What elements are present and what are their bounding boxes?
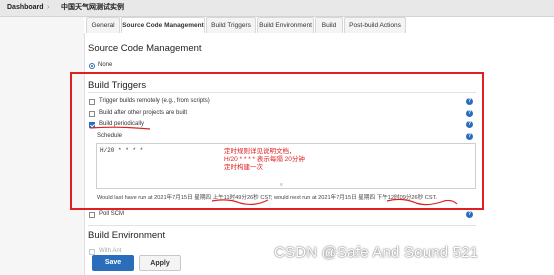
annotation-underlines bbox=[89, 126, 458, 206]
annotation-underline-periodically bbox=[89, 126, 151, 130]
annotation-underline-last-run bbox=[211, 199, 269, 206]
save-button[interactable]: Save bbox=[92, 255, 134, 271]
apply-button[interactable]: Apply bbox=[139, 255, 181, 271]
annotation-underline-next-run bbox=[386, 198, 458, 206]
watermark: CSDN @Safe And Sound 521 bbox=[274, 244, 479, 261]
